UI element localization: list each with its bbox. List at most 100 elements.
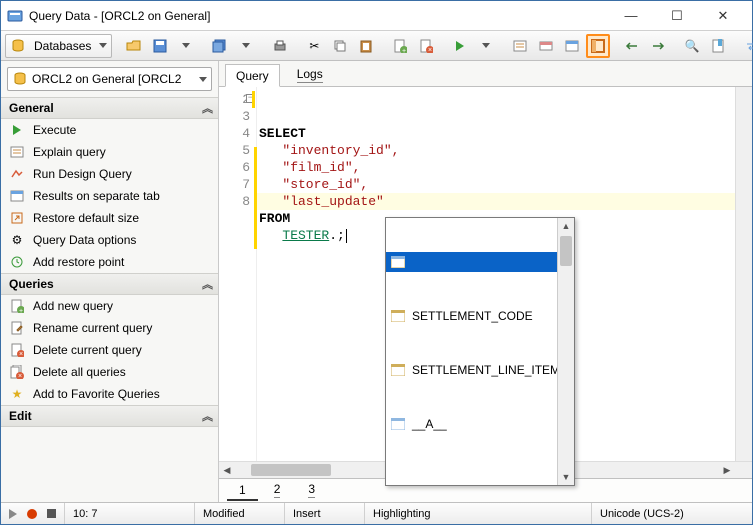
page-tab-2[interactable]: 2 bbox=[262, 480, 293, 501]
collapse-icon: ︽ bbox=[202, 100, 210, 116]
sidebar: ORCL2 on General [ORCL2 General ︽ Execut… bbox=[1, 61, 219, 502]
status-text: 10: 7 bbox=[73, 508, 97, 520]
autocomplete-item[interactable]: SETTLEMENT_LINE_ITEM bbox=[386, 360, 574, 380]
page-label: 3 bbox=[308, 482, 315, 496]
sidebar-item-label: Add new query bbox=[33, 299, 113, 313]
autocomplete-label: SETTLEMENT_LINE_ITEM bbox=[412, 362, 560, 379]
execute-button[interactable] bbox=[448, 34, 472, 58]
table-icon bbox=[390, 362, 406, 378]
minimize-button[interactable]: — bbox=[608, 2, 654, 30]
explain-button[interactable] bbox=[508, 34, 532, 58]
sidebar-item-label: Add restore point bbox=[33, 255, 124, 269]
connection-selector[interactable]: ORCL2 on General [ORCL2 bbox=[7, 67, 212, 91]
autocomplete-label: __A__ bbox=[412, 416, 447, 433]
macro-record-button[interactable] bbox=[27, 509, 37, 519]
save-dropdown[interactable] bbox=[174, 34, 198, 58]
save-all-button[interactable] bbox=[208, 34, 232, 58]
find-button[interactable]: 🔍 bbox=[680, 34, 704, 58]
macro-play-button[interactable] bbox=[9, 509, 17, 519]
sidebar-item-add-query[interactable]: +Add new query bbox=[1, 295, 218, 317]
sidebar-item-delete-all[interactable]: × Delete all queries bbox=[1, 361, 218, 383]
new-query-button[interactable]: + bbox=[388, 34, 412, 58]
insert-mode[interactable]: Insert bbox=[285, 503, 365, 524]
close-button[interactable]: ✕ bbox=[700, 2, 746, 30]
svg-text:×: × bbox=[18, 373, 22, 379]
scroll-thumb[interactable] bbox=[251, 464, 331, 476]
databases-dropdown[interactable]: Databases bbox=[5, 34, 112, 58]
sidebar-item-rename-query[interactable]: Rename current query bbox=[1, 317, 218, 339]
toggle-panel-button[interactable] bbox=[586, 34, 610, 58]
section-general-header[interactable]: General ︽ bbox=[1, 97, 218, 119]
code-string: "last_update" bbox=[259, 194, 384, 209]
scroll-down-icon[interactable]: ▼ bbox=[558, 469, 574, 485]
sidebar-item-label: Rename current query bbox=[33, 321, 152, 335]
section-queries-header[interactable]: Queries ︽ bbox=[1, 273, 218, 295]
execute-dropdown[interactable] bbox=[474, 34, 498, 58]
section-edit-header[interactable]: Edit ︽ bbox=[1, 405, 218, 427]
editor-vscrollbar[interactable] bbox=[735, 87, 752, 461]
table-icon bbox=[390, 416, 406, 432]
autocomplete-scrollbar[interactable]: ▲ ▼ bbox=[557, 218, 574, 485]
scroll-thumb[interactable] bbox=[560, 236, 572, 266]
tab-logs[interactable]: Logs bbox=[286, 62, 334, 86]
panel-icon bbox=[590, 38, 606, 54]
autocomplete-item[interactable]: __A__ bbox=[386, 414, 574, 434]
macro-stop-button[interactable] bbox=[47, 509, 56, 518]
maximize-button[interactable]: ☐ bbox=[654, 2, 700, 30]
autocomplete-item[interactable]: SETTLEMENT_CODE bbox=[386, 306, 574, 326]
delete-query-button[interactable]: × bbox=[414, 34, 438, 58]
save-button[interactable] bbox=[148, 34, 172, 58]
sidebar-item-options[interactable]: ⚙Query Data options bbox=[1, 229, 218, 251]
sidebar-item-explain[interactable]: Explain query bbox=[1, 141, 218, 163]
sidebar-item-delete-query[interactable]: ×Delete current query bbox=[1, 339, 218, 361]
sidebar-item-label: Execute bbox=[33, 123, 76, 137]
sidebar-item-run-design[interactable]: Run Design Query bbox=[1, 163, 218, 185]
sidebar-item-results-tab[interactable]: Results on separate tab bbox=[1, 185, 218, 207]
nav-forward-button[interactable] bbox=[646, 34, 670, 58]
chevron-down-icon bbox=[482, 43, 490, 48]
sidebar-item-favorite[interactable]: ★Add to Favorite Queries bbox=[1, 383, 218, 405]
design-button[interactable] bbox=[534, 34, 558, 58]
extra-1-button[interactable] bbox=[740, 34, 753, 58]
print-button[interactable] bbox=[268, 34, 292, 58]
autocomplete-item[interactable] bbox=[386, 252, 574, 272]
open-button[interactable] bbox=[122, 34, 146, 58]
databases-label: Databases bbox=[30, 39, 95, 53]
nav-back-button[interactable] bbox=[620, 34, 644, 58]
scroll-left-icon[interactable]: ◀ bbox=[219, 462, 235, 478]
design-run-icon bbox=[9, 166, 25, 182]
highlighting-status[interactable]: Highlighting bbox=[365, 503, 592, 524]
tab-query[interactable]: Query bbox=[225, 64, 280, 87]
bookmark-icon bbox=[710, 38, 726, 54]
results-tab-button[interactable] bbox=[560, 34, 584, 58]
tab-label: Logs bbox=[297, 67, 323, 81]
sidebar-item-label: Delete current query bbox=[33, 343, 142, 357]
collapse-icon: ︽ bbox=[202, 276, 210, 292]
sidebar-item-label: Restore default size bbox=[33, 211, 139, 225]
connection-label: ORCL2 on General [ORCL2 bbox=[32, 72, 195, 86]
page-tab-3[interactable]: 3 bbox=[296, 480, 327, 501]
code-content[interactable]: SELECT "inventory_id", "film_id", "store… bbox=[257, 87, 735, 461]
line-number: 6 bbox=[219, 159, 250, 176]
nav-back-icon bbox=[624, 38, 640, 54]
chevron-down-icon bbox=[199, 77, 207, 82]
line-number: 4 bbox=[219, 125, 250, 142]
cut-button[interactable]: ✂ bbox=[302, 34, 326, 58]
line-number: 3 bbox=[219, 108, 250, 125]
sidebar-item-restore-point[interactable]: Add restore point bbox=[1, 251, 218, 273]
code-editor[interactable]: − 2 3 4 5 6 7 8 SELECT "inventory_id", "… bbox=[219, 87, 752, 461]
bookmark-button[interactable] bbox=[706, 34, 730, 58]
scroll-right-icon[interactable]: ▶ bbox=[719, 462, 735, 478]
paste-button[interactable] bbox=[354, 34, 378, 58]
modified-status: Modified bbox=[195, 503, 285, 524]
table-icon bbox=[390, 308, 406, 324]
sidebar-item-restore-size[interactable]: Restore default size bbox=[1, 207, 218, 229]
save-all-dropdown[interactable] bbox=[234, 34, 258, 58]
sidebar-item-execute[interactable]: Execute bbox=[1, 119, 218, 141]
copy-button[interactable] bbox=[328, 34, 352, 58]
encoding-status[interactable]: Unicode (UCS-2) bbox=[592, 503, 752, 524]
page-label: 2 bbox=[274, 482, 281, 496]
sidebar-item-label: Delete all queries bbox=[33, 365, 126, 379]
scroll-up-icon[interactable]: ▲ bbox=[558, 218, 574, 234]
page-tab-1[interactable]: 1 bbox=[227, 481, 258, 501]
